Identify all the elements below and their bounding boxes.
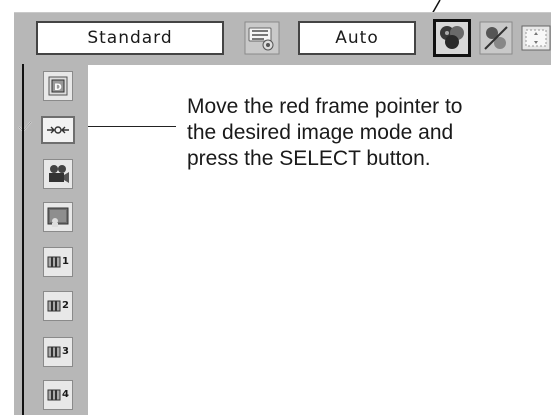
- image-icon: [47, 389, 61, 401]
- image-number-label: 2: [62, 300, 69, 311]
- callout-instruction: Move the red frame pointer to the desire…: [187, 94, 547, 172]
- screen-mode-value: Auto: [335, 28, 379, 48]
- image-icon: [47, 256, 61, 268]
- cinema-icon: [49, 165, 69, 183]
- blackboard-icon: [47, 207, 69, 227]
- sidebar-item-blackboard[interactable]: [43, 202, 73, 232]
- sidebar-item-cinema[interactable]: [43, 159, 73, 189]
- dynamic-icon: D: [48, 76, 68, 96]
- color-adjust-icon[interactable]: [479, 21, 513, 55]
- callout-line: Move the red frame pointer to: [187, 95, 463, 118]
- sidebar-item-image-1[interactable]: 1: [43, 247, 73, 277]
- sidebar-item-image-4[interactable]: 4: [43, 380, 73, 410]
- image-mode-display: Standard: [36, 21, 224, 55]
- check-icon: [18, 121, 32, 133]
- image-adjust-menu-icon[interactable]: [244, 21, 280, 55]
- sidebar-item-image-3[interactable]: 3: [43, 337, 73, 367]
- callout-line: the desired image mode and: [187, 121, 454, 144]
- page: Standard Auto D 1 2 3 4 Move the red fra…: [0, 0, 551, 415]
- sidebar-item-image-2[interactable]: 2: [43, 291, 73, 321]
- standard-icon: [47, 126, 69, 134]
- menu-bar: Standard Auto: [14, 12, 551, 65]
- image-select-icon[interactable]: [433, 19, 471, 57]
- screen-icon[interactable]: [521, 21, 551, 55]
- callout-line: press the SELECT button.: [187, 147, 431, 170]
- image-icon: [47, 300, 61, 312]
- image-mode-value: Standard: [87, 28, 173, 48]
- sidebar-item-standard[interactable]: [41, 116, 75, 144]
- sidebar-item-dynamic[interactable]: D: [43, 71, 73, 101]
- image-number-label: 3: [62, 346, 69, 357]
- image-icon: [47, 346, 61, 358]
- callout-leader-line: [88, 126, 176, 127]
- pointer-line-vertical: [22, 64, 24, 415]
- image-number-label: 4: [62, 389, 69, 400]
- screen-mode-display: Auto: [298, 21, 416, 55]
- image-number-label: 1: [62, 256, 69, 267]
- image-mode-sidebar: D 1 2 3 4: [14, 64, 88, 415]
- svg-text:D: D: [54, 83, 61, 93]
